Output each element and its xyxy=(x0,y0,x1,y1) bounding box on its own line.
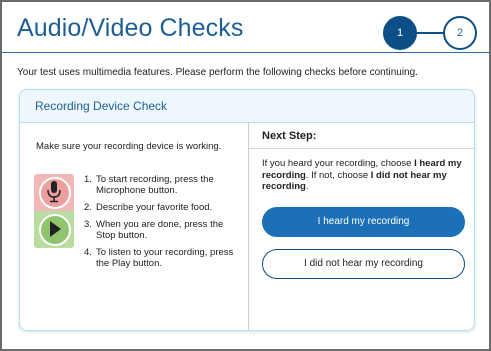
desc-text: . xyxy=(305,181,309,192)
column-divider xyxy=(248,123,249,330)
instruction-text: To start recording, press the Microphone… xyxy=(96,174,214,196)
heard-recording-button[interactable]: I heard my recording xyxy=(262,207,465,237)
instruction-number: 1. xyxy=(84,174,92,185)
instruction-number: 4. xyxy=(84,247,92,258)
intro-text: Your test uses multimedia features. Plea… xyxy=(17,67,418,78)
instruction-item: 4. To listen to your recording, press th… xyxy=(84,247,244,269)
instruction-item: 3. When you are done, press the Stop but… xyxy=(84,219,244,241)
desc-text: . If not, choose xyxy=(305,169,371,181)
next-step-divider xyxy=(249,148,474,149)
microphone-button[interactable] xyxy=(34,174,74,211)
did-not-hear-recording-button[interactable]: I did not hear my recording xyxy=(262,249,465,279)
recording-device-card: Recording Device Check Make sure your re… xyxy=(19,89,475,331)
page-header: Audio/Video Checks 1 2 xyxy=(2,2,489,53)
instruction-item: 1. To start recording, press the Microph… xyxy=(84,174,244,196)
play-button[interactable] xyxy=(34,211,74,248)
microphone-icon xyxy=(47,181,61,203)
page-title: Audio/Video Checks xyxy=(17,14,244,42)
next-step-description: If you heard your recording, choose I he… xyxy=(262,158,462,193)
play-icon xyxy=(50,221,61,237)
left-intro-text: Make sure your recording device is worki… xyxy=(36,141,222,152)
instructions-list: 1. To start recording, press the Microph… xyxy=(84,174,244,275)
app-window: Audio/Video Checks 1 2 Your test uses mu… xyxy=(0,0,491,351)
instruction-text: When you are done, press the Stop button… xyxy=(96,219,224,241)
card-header: Recording Device Check xyxy=(20,90,474,123)
instruction-item: 2. Describe your favorite food. xyxy=(84,202,244,213)
card-title: Recording Device Check xyxy=(35,99,168,113)
instruction-text: Describe your favorite food. xyxy=(96,202,213,213)
stepper: 1 2 xyxy=(383,16,478,50)
next-step-title: Next Step: xyxy=(262,130,317,142)
step-1: 1 xyxy=(383,16,417,50)
instruction-number: 3. xyxy=(84,219,92,230)
desc-text: If you heard your recording, choose xyxy=(262,158,415,169)
instruction-number: 2. xyxy=(84,202,92,213)
instruction-text: To listen to your recording, press the P… xyxy=(96,247,234,269)
step-2: 2 xyxy=(443,16,477,50)
